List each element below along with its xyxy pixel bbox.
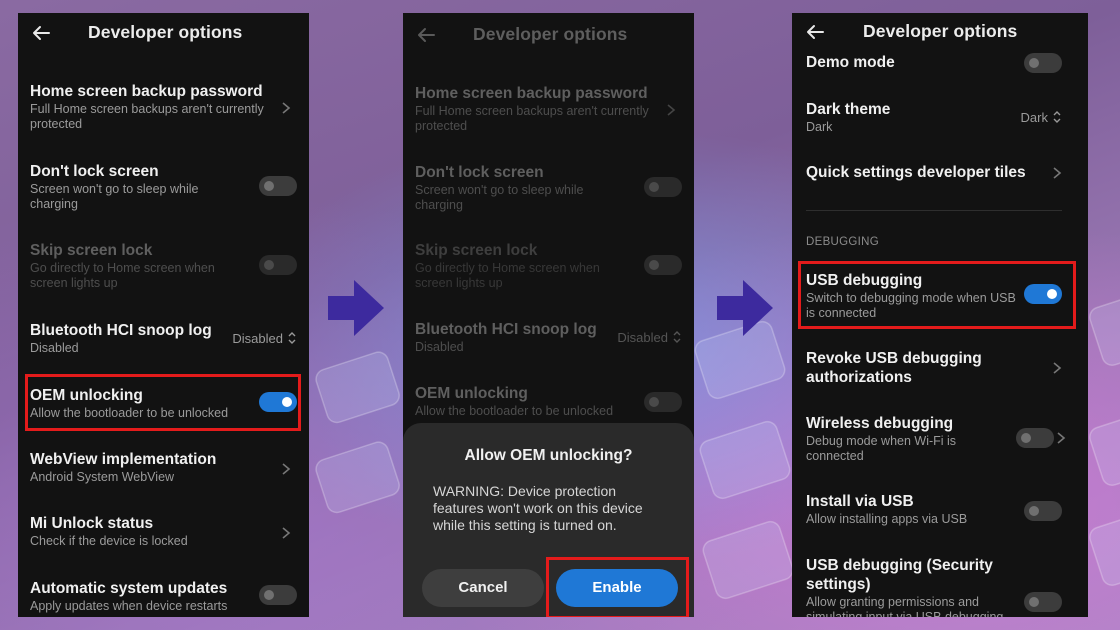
setting-usb-debugging-security-settings[interactable]: USB debugging (Security settings) Allow …: [806, 556, 1076, 617]
highlight-box: [25, 374, 301, 431]
dont-lock-screen-toggle[interactable]: [259, 176, 297, 196]
setting-subtitle: Go directly to Home screen when screen l…: [415, 261, 600, 290]
setting-title: Quick settings developer tiles: [806, 164, 1026, 181]
setting-title: WebView implementation: [30, 451, 217, 468]
setting-title: Don't lock screen: [415, 164, 544, 181]
chevron-right-icon: [667, 104, 676, 116]
setting-subtitle: Allow granting permissions and simulatin…: [806, 595, 1004, 617]
setting-title: Skip screen lock: [415, 242, 538, 259]
chevron-right-icon: [282, 102, 291, 114]
setting-bluetooth-hci-snoop-log[interactable]: Bluetooth HCI snoop log Disabled Disable…: [30, 321, 297, 356]
page-title: Developer options: [473, 24, 628, 44]
setting-subtitle: Check if the device is locked: [30, 534, 188, 548]
automatic-system-updates-toggle[interactable]: [259, 585, 297, 605]
setting-title: Home screen backup password: [30, 83, 263, 100]
setting-oem-unlocking: OEM unlocking Allow the bootloader to be…: [415, 384, 682, 419]
setting-title: Skip screen lock: [30, 242, 153, 259]
dialog-title: Allow OEM unlocking?: [464, 447, 633, 464]
setting-subtitle: Android System WebView: [30, 470, 175, 484]
setting-subtitle: Full Home screen backups aren't currentl…: [30, 102, 264, 131]
page-title: Developer options: [88, 22, 243, 42]
section-header-debugging: DEBUGGING: [806, 236, 879, 248]
chevron-right-icon: [1057, 432, 1066, 444]
setting-title: Automatic system updates: [30, 580, 228, 597]
dialog-message: WARNING: Device protection features won'…: [433, 483, 643, 533]
setting-skip-screen-lock: Skip screen lock Go directly to Home scr…: [30, 241, 297, 291]
setting-subtitle: Go directly to Home screen when screen l…: [30, 261, 215, 290]
setting-home-screen-backup-password[interactable]: Home screen backup password Full Home sc…: [30, 82, 297, 132]
up-down-chevron-icon: [288, 332, 296, 344]
section-divider: [806, 210, 1062, 211]
usb-debugging-security-settings-toggle[interactable]: [1024, 592, 1062, 612]
phone-screen-oem-dialog: Developer options Home screen backup pas…: [403, 13, 694, 617]
setting-dont-lock-screen: Don't lock screen Screen won't go to sle…: [415, 163, 682, 213]
setting-subtitle: Screen won't go to sleep while charging: [415, 183, 584, 212]
app-bar: Developer options: [792, 13, 1088, 53]
setting-title: USB debugging (Security settings): [806, 557, 993, 593]
confirm-dialog: Allow OEM unlocking? WARNING: Device pro…: [403, 423, 694, 617]
setting-install-via-usb[interactable]: Install via USB Allow installing apps vi…: [806, 492, 1076, 527]
dropdown-value: Disabled: [617, 330, 668, 345]
setting-quick-settings-developer-tiles[interactable]: Quick settings developer tiles: [806, 163, 1076, 182]
demo-mode-toggle[interactable]: [1024, 53, 1062, 73]
setting-subtitle: Full Home screen backups aren't currentl…: [415, 104, 649, 133]
setting-title: Home screen backup password: [415, 85, 648, 102]
setting-webview-implementation[interactable]: WebView implementation Android System We…: [30, 450, 297, 485]
setting-dark-theme[interactable]: Dark theme Dark Dark: [806, 100, 1076, 135]
setting-automatic-system-updates[interactable]: Automatic system updates Apply updates w…: [30, 579, 297, 614]
setting-subtitle: Screen won't go to sleep while charging: [30, 182, 199, 211]
setting-subtitle: Debug mode when Wi-Fi is connected: [806, 434, 957, 463]
oem-unlocking-toggle: [644, 392, 682, 412]
setting-mi-unlock-status[interactable]: Mi Unlock status Check if the device is …: [30, 514, 297, 549]
dont-lock-screen-toggle: [644, 177, 682, 197]
chevron-right-icon: [282, 463, 291, 475]
app-bar: Developer options: [18, 13, 309, 53]
phone-screen-usb-debugging: Developer options Demo mode Dark theme D…: [792, 13, 1088, 617]
skip-screen-lock-toggle: [259, 255, 297, 275]
phone-screen-developer-options: Developer options Home screen backup pas…: [18, 13, 309, 617]
highlight-box: [798, 261, 1076, 329]
cancel-button[interactable]: Cancel: [422, 569, 544, 607]
setting-revoke-usb-debugging-authorizations[interactable]: Revoke USB debugging authorizations: [806, 349, 1076, 387]
back-arrow-icon[interactable]: [804, 21, 826, 43]
page-title: Developer options: [863, 21, 1018, 41]
arrow-right-icon: [717, 280, 773, 336]
skip-screen-lock-toggle: [644, 255, 682, 275]
setting-title: Revoke USB debugging authorizations: [806, 350, 982, 386]
setting-home-screen-backup-password: Home screen backup password Full Home sc…: [415, 84, 682, 134]
setting-title: Don't lock screen: [30, 163, 159, 180]
setting-title: OEM unlocking: [415, 385, 528, 402]
up-down-chevron-icon: [673, 331, 681, 343]
chevron-right-icon: [1053, 362, 1062, 374]
setting-bluetooth-hci-snoop-log: Bluetooth HCI snoop log Disabled Disable…: [415, 320, 682, 355]
wireless-debugging-toggle[interactable]: [1016, 428, 1054, 448]
setting-skip-screen-lock: Skip screen lock Go directly to Home scr…: [415, 241, 682, 291]
chevron-right-icon: [282, 527, 291, 539]
install-via-usb-toggle[interactable]: [1024, 501, 1062, 521]
up-down-chevron-icon: [1053, 111, 1061, 123]
back-arrow-icon: [418, 28, 435, 42]
setting-wireless-debugging[interactable]: Wireless debugging Debug mode when Wi-Fi…: [806, 414, 1076, 464]
back-arrow-icon[interactable]: [30, 22, 52, 44]
arrow-right-icon: [328, 280, 384, 336]
setting-subtitle: Allow the bootloader to be unlocked: [415, 404, 614, 418]
highlight-box: [546, 557, 689, 617]
dropdown-value[interactable]: Disabled: [232, 331, 283, 346]
app-bar: Developer options: [403, 13, 694, 53]
setting-subtitle: Apply updates when device restarts: [30, 599, 228, 613]
dropdown-value[interactable]: Dark: [1021, 110, 1048, 125]
setting-dont-lock-screen[interactable]: Don't lock screen Screen won't go to sle…: [30, 162, 297, 212]
chevron-right-icon: [1053, 167, 1062, 179]
setting-title: Mi Unlock status: [30, 515, 154, 532]
setting-demo-mode[interactable]: Demo mode: [806, 53, 1076, 73]
